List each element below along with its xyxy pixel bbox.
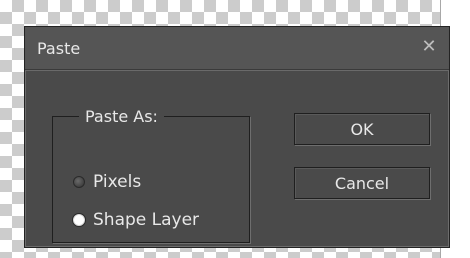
radio-unselected-icon[interactable] <box>73 176 85 188</box>
ok-button[interactable]: OK <box>294 113 430 145</box>
radio-option-shape-layer[interactable]: Shape Layer <box>73 208 199 232</box>
close-icon[interactable]: ✕ <box>419 35 439 59</box>
radio-label-pixels: Pixels <box>93 172 142 192</box>
paste-as-group: Paste As: Pixels Shape Layer <box>52 107 250 243</box>
radio-option-pixels[interactable]: Pixels <box>73 170 141 194</box>
dialog-titlebar: Paste ✕ <box>25 27 449 70</box>
cancel-button[interactable]: Cancel <box>294 167 430 199</box>
paste-dialog: Paste ✕ Paste As: Pixels Shape Layer OK … <box>24 26 450 248</box>
dialog-body: Paste As: Pixels Shape Layer OK Cancel <box>26 70 448 246</box>
radio-selected-icon[interactable] <box>73 214 85 226</box>
paste-as-label: Paste As: <box>85 107 158 126</box>
dialog-title: Paste <box>37 39 81 58</box>
radio-label-shape-layer: Shape Layer <box>93 210 200 230</box>
